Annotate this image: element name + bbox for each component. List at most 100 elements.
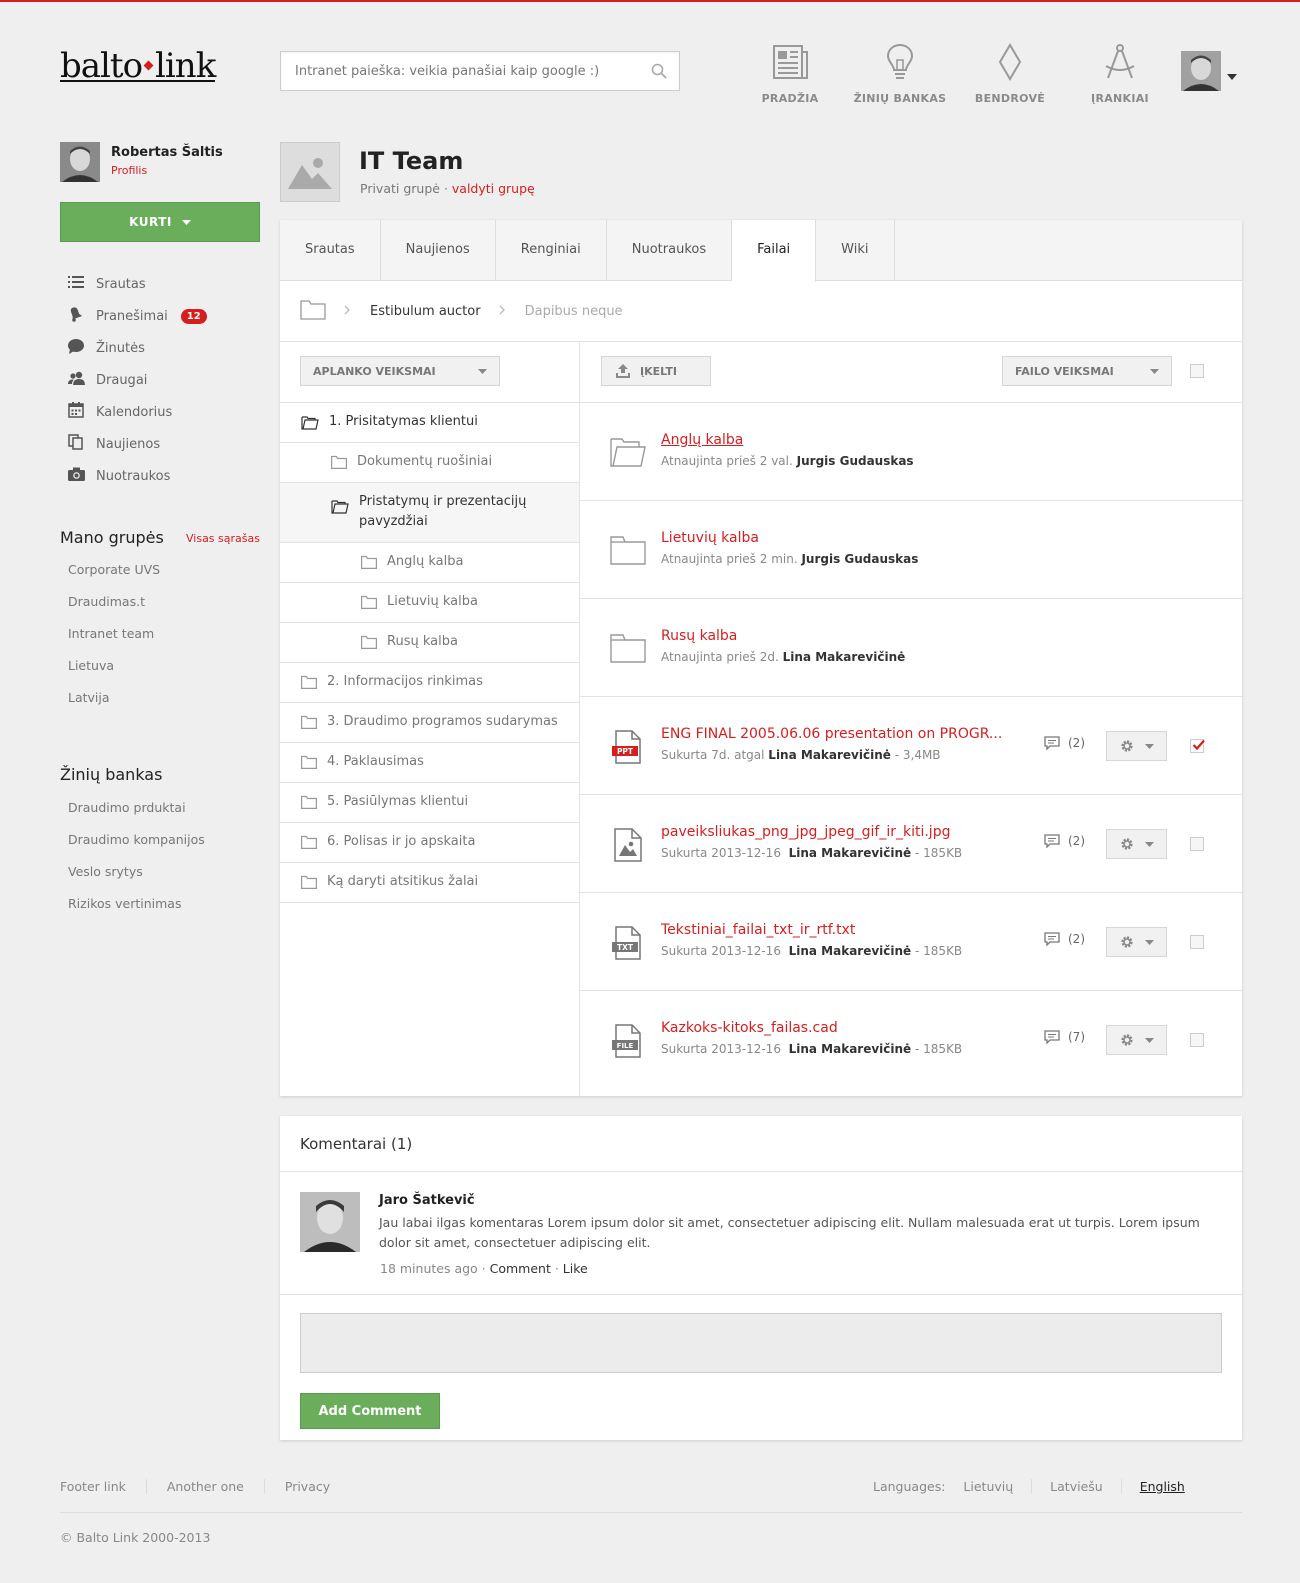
avatar[interactable] <box>300 1192 360 1252</box>
tab-naujienos[interactable]: Naujienos <box>381 220 496 281</box>
search-icon[interactable] <box>651 63 667 83</box>
language-link-current[interactable]: English <box>1120 1479 1203 1494</box>
file-name-link[interactable]: Lietuvių kalba <box>661 530 759 546</box>
comments-count[interactable]: (2) <box>1044 834 1085 848</box>
avatar[interactable] <box>60 142 100 182</box>
file-row[interactable]: Rusų kalba Atnaujinta prieš 2d. Lina Mak… <box>580 599 1242 697</box>
upload-button[interactable]: ĮKELTI <box>601 356 711 386</box>
file-settings-dropdown[interactable] <box>1106 829 1167 859</box>
nav-company[interactable]: BENDROVĖ <box>955 42 1065 105</box>
file-checkbox[interactable] <box>1190 935 1204 949</box>
tree-item[interactable]: 2. Informacijos rinkimas <box>280 663 579 703</box>
tab-wiki[interactable]: Wiki <box>816 220 895 281</box>
file-meta: Sukurta 2013-12-16 Lina Makarevičinė - 1… <box>661 944 963 958</box>
file-actions-dropdown[interactable]: FAILO VEIKSMAI <box>1002 356 1172 386</box>
nav-home[interactable]: PRADŽIA <box>735 42 845 105</box>
tree-item[interactable]: 6. Polisas ir jo apskaita <box>280 823 579 863</box>
file-checkbox[interactable] <box>1190 1033 1204 1047</box>
tab-failai[interactable]: Failai <box>732 220 817 282</box>
all-groups-link[interactable]: Visas sąrašas <box>186 532 260 545</box>
breadcrumb-current: Dapibus neque <box>524 303 623 319</box>
tree-item[interactable]: 5. Pasiūlymas klientui <box>280 783 579 823</box>
comment-input[interactable] <box>300 1313 1222 1373</box>
tree-item[interactable]: 1. Prisitatymas klientui <box>280 403 579 443</box>
file-row[interactable]: FILE Kazkoks-kitoks_failas.cad Sukurta 2… <box>580 991 1242 1089</box>
comments-count[interactable]: (7) <box>1044 1030 1085 1044</box>
folder-actions-dropdown[interactable]: APLANKO VEIKSMAI <box>300 356 500 386</box>
file-checkbox[interactable] <box>1190 837 1204 851</box>
tab-nuotraukos[interactable]: Nuotraukos <box>607 220 733 281</box>
file-name-link[interactable]: Anglų kalba <box>661 432 743 448</box>
group-link[interactable]: Draudimas.t <box>68 586 160 618</box>
group-link[interactable]: Latvija <box>68 682 160 714</box>
group-link[interactable]: Lietuva <box>68 650 160 682</box>
comment-reply-link[interactable]: Comment <box>490 1261 551 1276</box>
language-link[interactable]: Lietuvių <box>963 1479 1031 1494</box>
file-row[interactable]: Anglų kalba Atnaujinta prieš 2 val. Jurg… <box>580 403 1242 501</box>
tree-item[interactable]: Pristatymų ir prezentacijų pavyzdžiai <box>280 483 579 543</box>
sidebar-item-draugai[interactable]: Draugai <box>68 364 207 396</box>
footer-link[interactable]: Footer link <box>60 1479 147 1494</box>
manage-group-link[interactable]: valdyti grupę <box>452 181 535 196</box>
add-comment-button[interactable]: Add Comment <box>300 1393 440 1429</box>
tree-item[interactable]: 4. Paklausimas <box>280 743 579 783</box>
user-menu-caret-icon[interactable] <box>1227 69 1237 84</box>
chevron-down-icon <box>1145 841 1154 847</box>
folder-icon <box>331 455 347 473</box>
group-link[interactable]: Corporate UVS <box>68 554 160 586</box>
comments-count[interactable]: (2) <box>1044 932 1085 946</box>
group-link[interactable]: Intranet team <box>68 618 160 650</box>
knowledge-link[interactable]: Rizikos vertinimas <box>68 888 205 920</box>
file-settings-dropdown[interactable] <box>1106 927 1167 957</box>
knowledge-link[interactable]: Veslo srytys <box>68 856 205 888</box>
tree-item[interactable]: 3. Draudimo programos sudarymas <box>280 703 579 743</box>
select-all-checkbox[interactable] <box>1190 364 1204 378</box>
file-name-link[interactable]: ENG FINAL 2005.06.06 presentation on PRO… <box>661 726 1002 742</box>
breadcrumb-item[interactable]: Estibulum auctor <box>370 304 481 319</box>
nav-tools[interactable]: ĮRANKIAI <box>1065 42 1175 105</box>
sidebar-item-kalendorius[interactable]: Kalendorius <box>68 396 207 428</box>
file-row[interactable]: Lietuvių kalba Atnaujinta prieš 2 min. J… <box>580 501 1242 599</box>
comment-icon <box>1044 736 1060 750</box>
knowledge-link[interactable]: Draudimo prduktai <box>68 792 205 824</box>
file-row[interactable]: TXT Tekstiniai_failai_txt_ir_rtf.txt Suk… <box>580 893 1242 991</box>
tree-item[interactable]: Anglų kalba <box>280 543 579 583</box>
file-meta: Atnaujinta prieš 2 val. Jurgis Gudauskas <box>661 454 914 468</box>
file-row[interactable]: PPT ENG FINAL 2005.06.06 presentation on… <box>580 697 1242 795</box>
footer-link[interactable]: Privacy <box>285 1479 350 1494</box>
user-avatar[interactable] <box>1181 51 1221 91</box>
footer-link[interactable]: Another one <box>167 1479 265 1494</box>
file-name-link[interactable]: Kazkoks-kitoks_failas.cad <box>661 1020 838 1036</box>
comment-icon <box>1044 834 1060 848</box>
profile-link[interactable]: Profilis <box>111 164 147 177</box>
file-settings-dropdown[interactable] <box>1106 1025 1167 1055</box>
search-input[interactable] <box>281 52 679 90</box>
tab-renginiai[interactable]: Renginiai <box>496 220 607 281</box>
knowledge-link[interactable]: Draudimo kompanijos <box>68 824 205 856</box>
like-link[interactable]: Like <box>563 1261 588 1276</box>
tree-item[interactable]: Ką daryti atsitikus žalai <box>280 863 579 903</box>
comment-icon <box>1044 932 1060 946</box>
sidebar-item-zinutes[interactable]: Žinutės <box>68 332 207 364</box>
sidebar-item-srautas[interactable]: Srautas <box>68 268 207 300</box>
sidebar-item-pranesimai[interactable]: Pranešimai 12 <box>68 300 207 332</box>
tree-item[interactable]: Rusų kalba <box>280 623 579 663</box>
file-name-link[interactable]: Tekstiniai_failai_txt_ir_rtf.txt <box>661 922 855 938</box>
tree-item[interactable]: Lietuvių kalba <box>280 583 579 623</box>
file-settings-dropdown[interactable] <box>1106 731 1167 761</box>
sidebar-item-naujienos[interactable]: Naujienos <box>68 428 207 460</box>
folder-icon[interactable] <box>300 298 326 324</box>
create-button[interactable]: KURTI <box>60 202 260 242</box>
nav-knowledge-bank[interactable]: ŽINIŲ BANKAS <box>845 42 955 105</box>
file-name-link[interactable]: paveiksliukas_png_jpg_jpeg_gif_ir_kiti.j… <box>661 824 950 840</box>
tree-item[interactable]: Dokumentų ruošiniai <box>280 443 579 483</box>
logo[interactable]: balto link <box>60 46 216 86</box>
language-link[interactable]: Latviešu <box>1031 1479 1121 1494</box>
tab-srautas[interactable]: Srautas <box>280 220 381 281</box>
sidebar-item-nuotraukos[interactable]: Nuotraukos <box>68 460 207 492</box>
file-checkbox-checked[interactable] <box>1190 739 1205 753</box>
comments-count[interactable]: (2) <box>1044 736 1085 750</box>
file-row[interactable]: paveiksliukas_png_jpg_jpeg_gif_ir_kiti.j… <box>580 795 1242 893</box>
folder-icon <box>301 795 317 813</box>
file-name-link[interactable]: Rusų kalba <box>661 628 737 644</box>
